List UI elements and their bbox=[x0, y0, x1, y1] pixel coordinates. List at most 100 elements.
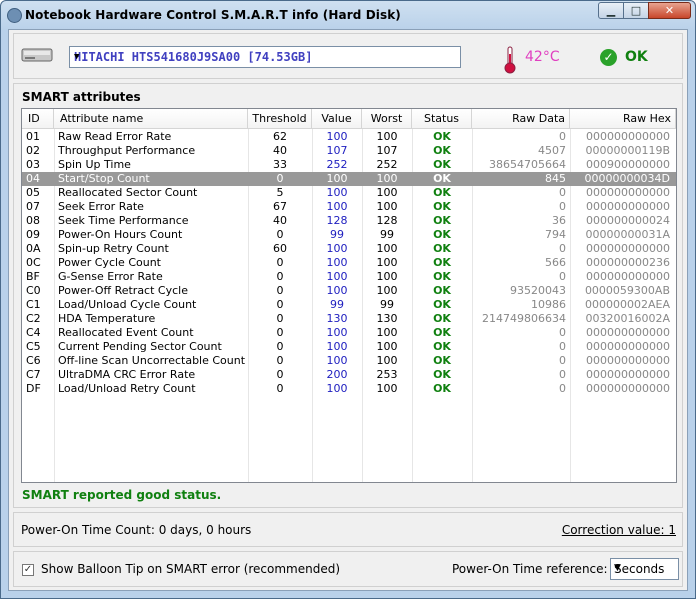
col-raw-hex: 000000000000 bbox=[586, 130, 670, 143]
table-row[interactable]: 0A Spin-up Retry Count 60 100 100 OK 0 00000000… bbox=[22, 242, 676, 256]
col-value: 100 bbox=[326, 284, 348, 297]
table-row[interactable]: 01 Raw Read Error Rate 62 100 100 OK 0 00000000… bbox=[22, 130, 676, 144]
thermometer-icon bbox=[504, 46, 516, 74]
balloon-tip-checkbox[interactable]: ✓ bbox=[22, 564, 34, 576]
col-id: BF bbox=[26, 270, 40, 283]
balloon-tip-label[interactable]: Show Balloon Tip on SMART error (recomme… bbox=[41, 562, 340, 576]
col-id: DF bbox=[26, 382, 41, 395]
table-row[interactable]: 07 Seek Error Rate 67 100 100 OK 0 000000000000 bbox=[22, 200, 676, 214]
col-value: 99 bbox=[330, 298, 344, 311]
hard-disk-icon bbox=[21, 48, 53, 62]
col-raw-data: 0 bbox=[559, 382, 566, 395]
col-raw-data: 0 bbox=[559, 270, 566, 283]
col-status: OK bbox=[433, 354, 451, 367]
col-raw-hex: 0000059300AB bbox=[584, 284, 670, 297]
table-row[interactable]: C1 Load/Unload Cycle Count 0 99 99 OK 10986 000… bbox=[22, 298, 676, 312]
disk-select[interactable]: HITACHI HTS541680J9SA00 [74.53GB] ▼ bbox=[69, 46, 461, 68]
col-raw-data: 0 bbox=[559, 368, 566, 381]
col-value: 100 bbox=[326, 200, 348, 213]
smart-status-message: SMART reported good status. bbox=[22, 488, 222, 502]
header-col-raw-hex[interactable]: Raw Hex bbox=[570, 109, 676, 129]
col-threshold: 0 bbox=[276, 256, 284, 269]
col-threshold: 0 bbox=[276, 368, 284, 381]
maximize-button[interactable]: □ bbox=[623, 2, 649, 19]
col-worst: 100 bbox=[376, 326, 398, 339]
table-row[interactable]: DF Load/Unload Retry Count 0 100 100 OK 0 00000… bbox=[22, 382, 676, 396]
table-row[interactable]: C5 Current Pending Sector Count 0 100 100 OK 0… bbox=[22, 340, 676, 354]
col-attribute-name: G-Sense Error Rate bbox=[58, 270, 163, 283]
col-threshold: 0 bbox=[276, 284, 284, 297]
col-id: 01 bbox=[26, 130, 40, 143]
col-status: OK bbox=[433, 326, 451, 339]
col-attribute-name: Start/Stop Count bbox=[58, 172, 150, 185]
col-value: 100 bbox=[326, 256, 348, 269]
table-row[interactable]: 05 Reallocated Sector Count 5 100 100 OK 0 0000… bbox=[22, 186, 676, 200]
table-row[interactable]: 02 Throughput Performance 40 107 107 OK 4507 00… bbox=[22, 144, 676, 158]
title-bar[interactable]: Notebook Hardware Control S.M.A.R.T info… bbox=[1, 1, 695, 29]
col-status: OK bbox=[433, 284, 451, 297]
col-worst: 100 bbox=[376, 130, 398, 143]
minimize-button[interactable]: ▁ bbox=[598, 2, 624, 19]
app-window: Notebook Hardware Control S.M.A.R.T info… bbox=[0, 0, 696, 599]
col-threshold: 40 bbox=[273, 144, 287, 157]
col-status: OK bbox=[433, 312, 451, 325]
power-on-reference-select[interactable]: Seconds ▼ bbox=[610, 558, 679, 580]
col-value: 128 bbox=[326, 214, 348, 227]
header-col-status[interactable]: Status bbox=[412, 109, 472, 129]
col-attribute-name: Load/Unload Retry Count bbox=[58, 382, 196, 395]
correction-value-link[interactable]: Correction value: 1 bbox=[562, 523, 676, 537]
col-raw-hex: 000000000000 bbox=[586, 200, 670, 213]
col-attribute-name: Spin Up Time bbox=[58, 158, 131, 171]
col-value: 130 bbox=[326, 312, 348, 325]
col-threshold: 0 bbox=[276, 172, 284, 185]
header-col-attribute-name[interactable]: Attribute name bbox=[54, 109, 248, 129]
col-raw-hex: 00000000031A bbox=[585, 228, 670, 241]
header-col-value[interactable]: Value bbox=[312, 109, 362, 129]
col-raw-hex: 00000000034D bbox=[584, 172, 670, 185]
header-col-raw-data[interactable]: Raw Data bbox=[472, 109, 570, 129]
table-row[interactable]: C7 UltraDMA CRC Error Rate 0 200 253 OK 0 00000… bbox=[22, 368, 676, 382]
col-worst: 100 bbox=[376, 382, 398, 395]
table-row[interactable]: 08 Seek Time Performance 40 128 128 OK 36 00000… bbox=[22, 214, 676, 228]
col-attribute-name: Off-line Scan Uncorrectable Count bbox=[58, 354, 246, 367]
col-id: 04 bbox=[26, 172, 40, 185]
table-row[interactable]: 03 Spin Up Time 33 252 252 OK 38654705664 00090… bbox=[22, 158, 676, 172]
col-raw-data: 0 bbox=[559, 354, 566, 367]
col-id: C1 bbox=[26, 298, 41, 311]
col-id: 03 bbox=[26, 158, 40, 171]
close-button[interactable]: ✕ bbox=[648, 2, 691, 19]
col-value: 100 bbox=[326, 326, 348, 339]
col-value: 100 bbox=[326, 172, 348, 185]
col-id: C5 bbox=[26, 340, 41, 353]
col-raw-hex: 000000000000 bbox=[586, 242, 670, 255]
col-id: C0 bbox=[26, 284, 41, 297]
col-raw-data: 38654705664 bbox=[489, 158, 566, 171]
col-worst: 100 bbox=[376, 340, 398, 353]
col-value: 99 bbox=[330, 228, 344, 241]
header-col-worst[interactable]: Worst bbox=[362, 109, 412, 129]
header-col-id[interactable]: ID bbox=[22, 109, 54, 129]
header-col-threshold[interactable]: Threshold bbox=[248, 109, 312, 129]
table-row[interactable]: C6 Off-line Scan Uncorrectable Count 0 100 1… bbox=[22, 354, 676, 368]
col-raw-data: 0 bbox=[559, 242, 566, 255]
col-id: C7 bbox=[26, 368, 41, 381]
table-row[interactable]: C0 Power-Off Retract Cycle 0 100 100 OK 935200… bbox=[22, 284, 676, 298]
table-row[interactable]: 04 Start/Stop Count 0 100 100 OK 845 0000000003… bbox=[22, 172, 676, 186]
col-threshold: 0 bbox=[276, 382, 284, 395]
table-row[interactable]: 09 Power-On Hours Count 0 99 99 OK 794 00000000… bbox=[22, 228, 676, 242]
col-raw-hex: 000000000000 bbox=[586, 340, 670, 353]
smart-table[interactable]: ID Attribute name Threshold Value Worst Statu… bbox=[21, 108, 677, 483]
table-row[interactable]: BF G-Sense Error Rate 0 100 100 OK 0 0000000000… bbox=[22, 270, 676, 284]
table-row[interactable]: 0C Power Cycle Count 0 100 100 OK 566 000000000… bbox=[22, 256, 676, 270]
col-raw-hex: 00320016002A bbox=[585, 312, 670, 325]
col-id: C2 bbox=[26, 312, 41, 325]
col-raw-hex: 000000000236 bbox=[586, 256, 670, 269]
col-value: 100 bbox=[326, 186, 348, 199]
col-value: 107 bbox=[326, 144, 348, 157]
table-row[interactable]: C2 HDA Temperature 0 130 130 OK 214749806634 00… bbox=[22, 312, 676, 326]
col-worst: 100 bbox=[376, 242, 398, 255]
col-threshold: 0 bbox=[276, 354, 284, 367]
col-raw-hex: 00000000119B bbox=[585, 144, 670, 157]
col-status: OK bbox=[433, 172, 451, 185]
table-row[interactable]: C4 Reallocated Event Count 0 100 100 OK 0 00000… bbox=[22, 326, 676, 340]
